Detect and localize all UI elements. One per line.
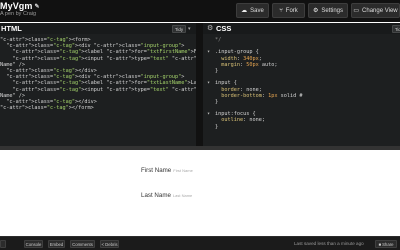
- input-group-last: Last Name: [141, 192, 213, 199]
- chevron-down-icon[interactable]: ▾: [188, 26, 191, 32]
- gear-icon[interactable]: ⚙: [207, 24, 213, 32]
- editor-area: HTML Tidy ▾ "c-attr">class="c-tag"><form…: [0, 23, 400, 146]
- save-button[interactable]: ☁ Save: [236, 3, 269, 18]
- embed-button[interactable]: Embed: [48, 240, 65, 248]
- console-button[interactable]: Console: [24, 240, 43, 248]
- save-button-label: Save: [250, 7, 264, 14]
- author-prefix: A pen by: [0, 11, 22, 17]
- settings-button[interactable]: ⚙ Settings: [308, 3, 348, 18]
- cloud-icon: ☁: [241, 8, 248, 14]
- author-link[interactable]: Craig: [23, 11, 36, 17]
- fold-gutter[interactable]: ▾ ▾ ▾: [207, 37, 210, 130]
- pencil-icon[interactable]: ✎: [35, 3, 40, 10]
- pen-author-line: A pen by Craig: [0, 11, 40, 17]
- html-editor-title: HTML: [1, 24, 22, 33]
- fold-marker: [207, 124, 210, 130]
- fold-marker[interactable]: ▾: [207, 80, 210, 86]
- footer-bar: Console Embed Comments < Debris Last sav…: [0, 236, 400, 250]
- html-editor-header: HTML Tidy ▾: [0, 23, 196, 34]
- html-tidy-button[interactable]: Tidy: [172, 25, 186, 33]
- input-group-first: First Name: [141, 167, 214, 174]
- fork-icon: ⑂: [279, 7, 283, 14]
- debris-button[interactable]: < Debris: [100, 240, 119, 248]
- fold-marker[interactable]: ▾: [207, 111, 210, 117]
- css-tidy-button[interactable]: Tidy: [392, 25, 400, 33]
- pen-title-area: MyVgm ✎ A pen by Craig: [0, 1, 40, 17]
- change-view-button[interactable]: ▭ Change View: [351, 3, 400, 18]
- pen-title[interactable]: MyVgm ✎: [0, 1, 40, 11]
- share-icon: ■: [378, 241, 382, 247]
- last-name-label: Last Name: [141, 192, 171, 199]
- footer-lead-button[interactable]: [0, 240, 6, 248]
- save-status: Last saved less than a minute ago: [294, 241, 364, 246]
- fork-button[interactable]: ⑂ Fork: [272, 3, 305, 18]
- editor-resize-handle[interactable]: [196, 23, 203, 146]
- change-view-button-label: Change View: [362, 7, 398, 14]
- css-code[interactable]: */.input-group { width: 340px; margin: 5…: [215, 37, 400, 130]
- html-code[interactable]: "c-attr">class="c-tag"><form> "c-attr">c…: [0, 37, 196, 111]
- top-header: MyVgm ✎ A pen by Craig ☁ Save ⑂ Fork ⚙ Se…: [0, 0, 400, 22]
- gear-icon: ⚙: [312, 8, 319, 14]
- comments-button[interactable]: Comments: [70, 240, 95, 248]
- share-button-label: Share: [382, 241, 394, 247]
- fork-button-label: Fork: [285, 7, 298, 14]
- css-editor-title: CSS: [216, 24, 232, 33]
- layout-icon: ▭: [353, 8, 360, 14]
- share-button[interactable]: ■ Share: [375, 240, 397, 248]
- code-line[interactable]: "c-attr">class="c-tag"><input "c-attr">t…: [0, 87, 197, 93]
- code-line[interactable]: "c-attr">class="c-tag"></form>: [0, 105, 196, 111]
- code-line[interactable]: }: [215, 124, 400, 130]
- html-editor[interactable]: HTML Tidy ▾ "c-attr">class="c-tag"><form…: [0, 23, 196, 146]
- first-name-input[interactable]: [173, 167, 214, 174]
- css-editor[interactable]: ⚙ CSS Tidy ▾ ▾ ▾ */.input-group { width: 3…: [203, 23, 400, 146]
- code-line[interactable]: "c-attr">class="c-tag"><input "c-attr">t…: [0, 56, 197, 62]
- settings-button-label: Settings: [321, 7, 344, 14]
- last-name-input[interactable]: [172, 192, 213, 199]
- result-preview: First Name Last Name: [0, 150, 400, 236]
- pen-title-text[interactable]: MyVgm: [0, 1, 33, 11]
- first-name-label: First Name: [141, 167, 172, 174]
- css-editor-header: ⚙ CSS Tidy: [203, 23, 400, 34]
- fold-marker[interactable]: ▾: [207, 49, 210, 55]
